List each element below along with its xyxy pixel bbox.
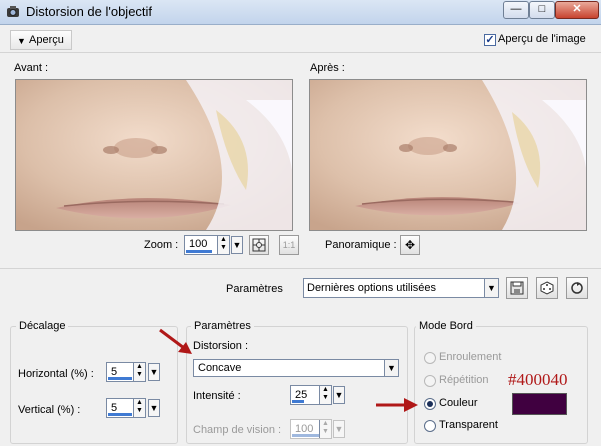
radio-repetition-label: Répétition <box>439 374 489 386</box>
distortion-value: Concave <box>198 362 242 374</box>
vertical-dropdown-arrow[interactable]: ▼ <box>148 399 160 417</box>
radio-repetition[interactable] <box>424 375 436 387</box>
horizontal-spinner[interactable]: ▲ ▼ <box>133 363 145 381</box>
annotation-arrow-icon <box>376 398 418 412</box>
radio-enroulement[interactable] <box>424 352 436 364</box>
intensity-input[interactable]: 25 ▲ ▼ <box>290 385 332 405</box>
fov-slider-bar <box>292 434 320 437</box>
radio-transparent-label: Transparent <box>439 419 498 431</box>
apercu-image-checkbox[interactable]: ✓ <box>484 34 496 46</box>
lens-app-icon <box>7 6 19 17</box>
vertical-slider-bar <box>108 413 132 416</box>
before-label: Avant : <box>14 62 49 74</box>
apercu-image-label: Aperçu de l'image <box>498 33 586 45</box>
fov-label: Champ de vision : <box>193 424 282 436</box>
horizontal-label: Horizontal (%) : <box>18 368 94 380</box>
chevron-down-icon: ▼ <box>17 36 26 46</box>
offset-group <box>10 326 178 444</box>
pan-label: Panoramique : <box>325 239 397 251</box>
intensity-slider-bar <box>292 400 304 403</box>
maximize-button[interactable]: □ <box>529 1 555 19</box>
zoom-slider-bar <box>186 250 212 253</box>
radio-transparent[interactable] <box>424 420 436 432</box>
after-label: Après : <box>310 62 345 74</box>
fov-spinner[interactable]: ▲ ▼ <box>319 420 331 438</box>
window-title: Distorsion de l'objectif <box>26 4 153 19</box>
zoom-value: 100 <box>189 238 208 250</box>
chevron-down-icon: ▼ <box>484 279 498 297</box>
before-preview-image[interactable] <box>15 79 293 231</box>
radio-couleur[interactable] <box>424 398 436 410</box>
after-preview-image[interactable] <box>309 79 587 231</box>
save-preset-icon[interactable] <box>506 277 528 299</box>
chevron-down-icon: ▼ <box>384 360 398 376</box>
offset-group-title: Décalage <box>16 320 69 332</box>
intensity-label: Intensité : <box>193 390 241 402</box>
pan-move-icon[interactable]: ✥ <box>400 235 420 255</box>
parameters-group-title: Paramètres <box>191 320 254 332</box>
edge-mode-group-title: Mode Bord <box>416 320 476 332</box>
radio-couleur-label: Couleur <box>439 397 478 409</box>
edge-color-swatch[interactable] <box>512 393 567 415</box>
zoom-dropdown-arrow[interactable]: ▼ <box>231 236 243 254</box>
divider <box>0 52 601 53</box>
radio-enroulement-label: Enroulement <box>439 351 502 363</box>
zoom-actual-size-button[interactable]: 1:1 <box>279 235 299 255</box>
preset-value: Dernières options utilisées <box>307 282 437 294</box>
vertical-label: Vertical (%) : <box>18 404 81 416</box>
divider <box>0 268 601 269</box>
presets-label: Paramètres <box>226 283 283 295</box>
close-button[interactable]: ✕ <box>555 1 599 19</box>
fov-input[interactable]: 100 ▲ ▼ <box>290 419 332 439</box>
horizontal-slider-bar <box>108 377 132 380</box>
preview-toggle[interactable]: ▼ Aperçu <box>10 30 72 50</box>
reset-icon[interactable] <box>566 277 588 299</box>
distortion-select[interactable]: Concave ▼ <box>193 359 399 377</box>
vertical-spinner[interactable]: ▲ ▼ <box>133 399 145 417</box>
vertical-input[interactable]: 5 ▲ ▼ <box>106 398 146 418</box>
fov-dropdown-arrow[interactable]: ▼ <box>333 420 345 438</box>
intensity-dropdown-arrow[interactable]: ▼ <box>333 386 345 404</box>
horizontal-dropdown-arrow[interactable]: ▼ <box>148 363 160 381</box>
preview-toggle-label: Aperçu <box>29 34 64 46</box>
zoom-label: Zoom : <box>144 239 179 251</box>
distortion-label: Distorsion : <box>193 340 249 352</box>
minimize-button[interactable]: — <box>503 1 529 19</box>
annotation-arrow-icon <box>159 328 192 354</box>
randomize-icon[interactable] <box>536 277 558 299</box>
preset-select[interactable]: Dernières options utilisées ▼ <box>303 278 499 298</box>
zoom-fit-icon[interactable] <box>249 235 269 255</box>
color-hex-annotation: #400040 <box>508 370 568 389</box>
zoom-spinner[interactable]: ▲ ▼ <box>217 236 229 254</box>
horizontal-input[interactable]: 5 ▲ ▼ <box>106 362 146 382</box>
zoom-input[interactable]: 100 ▲ ▼ <box>184 235 230 255</box>
intensity-spinner[interactable]: ▲ ▼ <box>319 386 331 404</box>
